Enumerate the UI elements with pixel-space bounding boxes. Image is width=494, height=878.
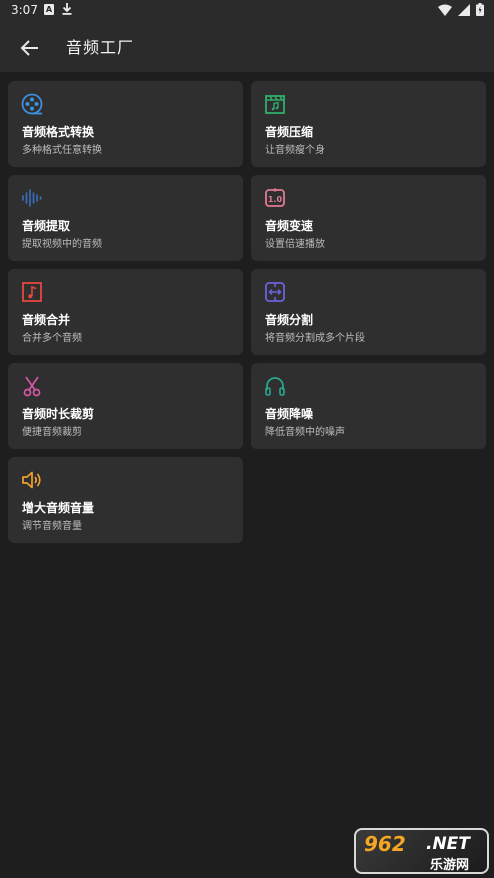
card-audio-volume[interactable]: 增大音频音量 调节音频音量 <box>8 457 243 543</box>
card-audio-merge[interactable]: 音频合并 合并多个音频 <box>8 269 243 355</box>
card-label: 音频变速 <box>265 219 314 233</box>
card-label: 音频分割 <box>265 313 314 327</box>
music-file-icon <box>22 282 42 302</box>
clapperboard-music-icon <box>265 95 285 114</box>
scissors-icon <box>23 376 41 397</box>
card-label: 音频提取 <box>22 219 71 233</box>
card-label: 音频降噪 <box>265 407 314 421</box>
wifi-icon <box>438 4 452 16</box>
status-icons <box>438 3 484 16</box>
back-arrow-icon[interactable] <box>18 36 42 60</box>
card-audio-split[interactable]: 音频分割 将音频分割成多个片段 <box>251 269 486 355</box>
card-desc: 合并多个音频 <box>22 333 82 344</box>
headphones-icon <box>265 377 285 396</box>
card-audio-format-convert[interactable]: 音频格式转换 多种格式任意转换 <box>8 81 243 167</box>
battery-icon <box>476 3 484 16</box>
card-label: 音频格式转换 <box>22 125 95 139</box>
watermark-net: .NET <box>426 834 470 854</box>
speaker-icon <box>22 471 41 489</box>
card-desc: 将音频分割成多个片段 <box>265 333 365 344</box>
card-desc: 便捷音频裁剪 <box>22 427 82 438</box>
status-bar: 3:07 A <box>0 0 494 22</box>
tool-grid: 音频格式转换 多种格式任意转换 音频压缩 让音频瘦个身 音频提取 提取视频中的音… <box>8 81 486 543</box>
card-audio-denoise[interactable]: 音频降噪 降低音频中的噪声 <box>251 363 486 449</box>
app-bar: 音频工厂 <box>0 22 494 72</box>
card-desc: 让音频瘦个身 <box>265 145 325 156</box>
card-desc: 降低音频中的噪声 <box>265 427 345 438</box>
page-title: 音频工厂 <box>66 38 135 57</box>
download-icon <box>62 3 72 15</box>
svg-text:1.0: 1.0 <box>268 195 283 204</box>
film-reel-icon <box>21 93 43 115</box>
split-icon <box>265 282 285 302</box>
watermark-logo: 962 .NET 乐游网 <box>354 828 489 874</box>
card-audio-extract[interactable]: 音频提取 提取视频中的音频 <box>8 175 243 261</box>
watermark-sub: 乐游网 <box>430 858 470 873</box>
card-audio-trim[interactable]: 音频时长裁剪 便捷音频裁剪 <box>8 363 243 449</box>
card-desc: 提取视频中的音频 <box>22 239 102 250</box>
status-time: 3:07 <box>11 3 38 17</box>
card-audio-speed[interactable]: 1.0 音频变速 设置倍速播放 <box>251 175 486 261</box>
card-label: 音频时长裁剪 <box>22 407 95 421</box>
card-desc: 设置倍速播放 <box>265 239 325 250</box>
card-label: 音频压缩 <box>265 125 314 139</box>
signal-icon <box>458 3 470 16</box>
card-desc: 调节音频音量 <box>22 521 82 532</box>
card-desc: 多种格式任意转换 <box>22 145 102 156</box>
watermark-number: 962 <box>364 832 406 856</box>
card-label: 增大音频音量 <box>22 501 95 515</box>
card-label: 音频合并 <box>22 313 71 327</box>
notification-a-icon: A <box>44 4 54 15</box>
speed-icon: 1.0 <box>265 188 285 207</box>
card-audio-compress[interactable]: 音频压缩 让音频瘦个身 <box>251 81 486 167</box>
waveform-icon <box>22 189 42 207</box>
